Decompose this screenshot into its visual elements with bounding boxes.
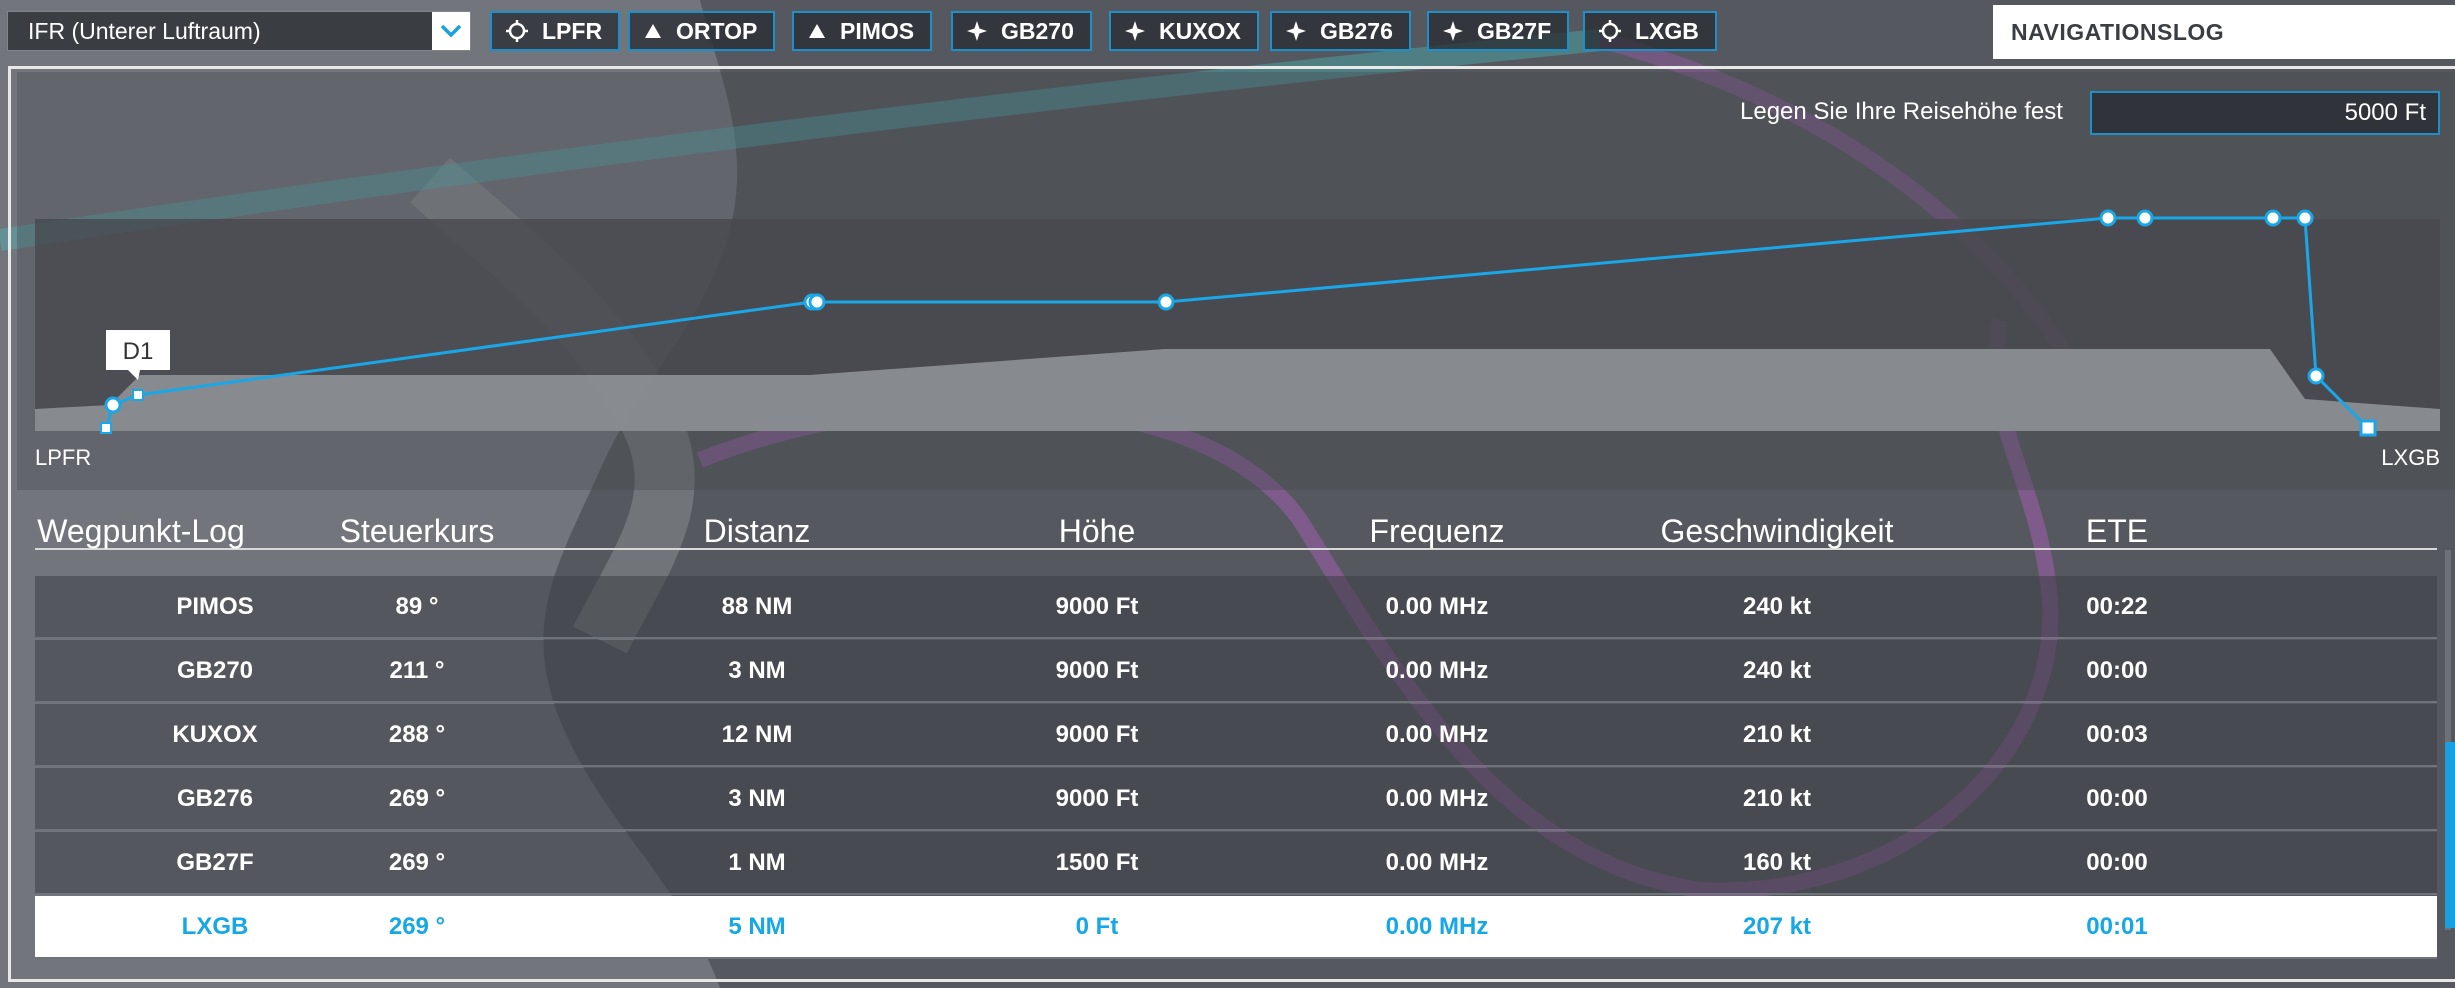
table-scrollbar-thumb[interactable] bbox=[2445, 742, 2455, 928]
cell-ete: 00:03 bbox=[2086, 721, 2148, 748]
waypoint-marker[interactable] bbox=[1157, 293, 1175, 311]
waypoint-label: KUXOX bbox=[1159, 18, 1241, 44]
cell-speed: 207 kt bbox=[1742, 913, 1812, 940]
header-ete: ETE bbox=[2085, 513, 2149, 549]
waypoint-marker-d1[interactable] bbox=[132, 389, 144, 401]
star-icon bbox=[1443, 21, 1463, 41]
cell-heading: 211 ° bbox=[389, 657, 445, 684]
cell-speed: 240 kt bbox=[1742, 593, 1812, 620]
cell-altitude: 1500 Ft bbox=[1055, 849, 1139, 876]
chevron-down-icon[interactable] bbox=[432, 12, 470, 50]
cell-distance: 3 NM bbox=[728, 657, 786, 684]
waypoint-marker[interactable] bbox=[104, 396, 122, 414]
cell-distance: 1 NM bbox=[728, 849, 786, 876]
table-row-active[interactable]: LXGB 269 ° 5 NM 0 Ft 0.00 MHz 207 kt 00:… bbox=[35, 896, 2437, 959]
waypoint-chip-lxgb[interactable]: LXGB bbox=[1583, 11, 1717, 51]
cruise-altitude-input[interactable]: 5000 Ft bbox=[2090, 91, 2440, 135]
header-heading: Steuerkurs bbox=[339, 513, 495, 549]
waypoint-label: ORTOP bbox=[676, 18, 758, 44]
cell-heading: 269 ° bbox=[388, 913, 446, 940]
header-speed: Geschwindigkeit bbox=[1660, 513, 1894, 549]
cell-frequency: 0.00 MHz bbox=[1385, 657, 1489, 684]
arrival-label: LXGB bbox=[2381, 445, 2440, 470]
header-altitude: Höhe bbox=[1058, 513, 1136, 549]
cell-ete: 00:00 bbox=[2086, 657, 2148, 684]
waypoint-marker[interactable] bbox=[808, 293, 826, 311]
cell-speed: 210 kt bbox=[1742, 785, 1812, 812]
cell-distance: 12 NM bbox=[721, 721, 793, 748]
cell-frequency: 0.00 MHz bbox=[1385, 721, 1489, 748]
cell-ete: 00:00 bbox=[2086, 785, 2148, 812]
route-type-select[interactable]: IFR (Unterer Luftraum) bbox=[7, 11, 471, 51]
waypoint-marker[interactable] bbox=[2296, 209, 2314, 227]
waypoint-label: GB27F bbox=[1477, 18, 1552, 44]
table-row[interactable]: KUXOX 288 ° 12 NM 9000 Ft 0.00 MHz 210 k… bbox=[35, 704, 2437, 767]
flight-plan-bar: IFR (Unterer Luftraum) LPFR ORTOP PIMOS … bbox=[0, 0, 2455, 59]
waypoint-marker[interactable] bbox=[2264, 209, 2282, 227]
cell-speed: 210 kt bbox=[1742, 721, 1812, 748]
waypoint-marker[interactable] bbox=[2099, 209, 2117, 227]
header-distance: Distanz bbox=[703, 513, 811, 549]
cell-altitude: 9000 Ft bbox=[1055, 785, 1139, 812]
star-icon bbox=[1125, 21, 1145, 41]
table-row[interactable]: GB270 211 ° 3 NM 9000 Ft 0.00 MHz 240 kt… bbox=[35, 640, 2437, 703]
waypoint-chip-ortop[interactable]: ORTOP bbox=[628, 11, 776, 51]
cell-speed: 160 kt bbox=[1742, 849, 1812, 876]
navlog-title[interactable]: NAVIGATIONSLOG bbox=[1993, 5, 2455, 59]
waypoint-label: GB276 bbox=[1320, 18, 1393, 44]
departure-label: LPFR bbox=[35, 445, 91, 470]
cell-heading: 269 ° bbox=[388, 785, 446, 812]
cell-frequency: 0.00 MHz bbox=[1385, 913, 1489, 940]
cell-ete: 00:22 bbox=[2086, 593, 2148, 620]
cell-frequency: 0.00 MHz bbox=[1385, 849, 1489, 876]
cell-frequency: 0.00 MHz bbox=[1385, 785, 1489, 812]
waypoint-chip-lpfr[interactable]: LPFR bbox=[490, 11, 621, 51]
star-icon bbox=[1286, 21, 1306, 41]
cell-heading: 89 ° bbox=[395, 593, 439, 620]
cell-distance: 5 NM bbox=[728, 913, 786, 940]
cell-ete: 00:01 bbox=[2086, 913, 2148, 940]
waypoint-chip-gb276[interactable]: GB276 bbox=[1270, 11, 1411, 51]
cell-altitude: 0 Ft bbox=[1075, 913, 1119, 940]
waypoint-chip-pimos[interactable]: PIMOS bbox=[792, 11, 933, 51]
airport-icon bbox=[506, 20, 528, 42]
triangle-icon bbox=[809, 24, 825, 38]
waypoint-chip-kuxox[interactable]: KUXOX bbox=[1109, 11, 1259, 51]
waypoint-log-table: Wegpunkt-Log Steuerkurs Distanz Höhe Fre… bbox=[17, 492, 2455, 982]
header-frequency: Frequenz bbox=[1369, 513, 1505, 549]
waypoint-chip-gb270[interactable]: GB270 bbox=[951, 11, 1092, 51]
table-row[interactable]: GB276 269 ° 3 NM 9000 Ft 0.00 MHz 210 kt… bbox=[35, 768, 2437, 831]
waypoint-label: PIMOS bbox=[840, 18, 915, 44]
d1-marker-label: D1 bbox=[123, 338, 154, 365]
cell-altitude: 9000 Ft bbox=[1055, 657, 1139, 684]
table-header: Wegpunkt-Log Steuerkurs Distanz Höhe Fre… bbox=[35, 510, 2437, 550]
cell-frequency: 0.00 MHz bbox=[1385, 593, 1489, 620]
waypoint-label: LXGB bbox=[1635, 18, 1699, 44]
cell-speed: 240 kt bbox=[1742, 657, 1812, 684]
waypoint-marker[interactable] bbox=[2307, 367, 2325, 385]
cell-heading: 269 ° bbox=[388, 849, 446, 876]
cell-distance: 88 NM bbox=[721, 593, 793, 620]
cell-altitude: 9000 Ft bbox=[1055, 721, 1139, 748]
triangle-icon bbox=[645, 24, 661, 38]
table-row[interactable]: GB27F 269 ° 1 NM 1500 Ft 0.00 MHz 160 kt… bbox=[35, 832, 2437, 895]
star-icon bbox=[967, 21, 987, 41]
table-row[interactable]: PIMOS 89 ° 88 NM 9000 Ft 0.00 MHz 240 kt… bbox=[35, 576, 2437, 639]
waypoint-marker[interactable] bbox=[2136, 209, 2154, 227]
waypoint-marker-arrival[interactable] bbox=[2359, 419, 2377, 437]
cell-heading: 288 ° bbox=[388, 721, 446, 748]
waypoint-label: GB270 bbox=[1001, 18, 1074, 44]
cell-ete: 00:00 bbox=[2086, 849, 2148, 876]
route-type-value: IFR (Unterer Luftraum) bbox=[28, 18, 261, 44]
waypoint-label: LPFR bbox=[542, 18, 603, 44]
cell-distance: 3 NM bbox=[728, 785, 786, 812]
cruise-altitude-label: Legen Sie Ihre Reisehöhe fest bbox=[1740, 98, 2063, 125]
cell-altitude: 9000 Ft bbox=[1055, 593, 1139, 620]
header-waypoint: Wegpunkt-Log bbox=[37, 513, 245, 549]
waypoint-chip-gb27f[interactable]: GB27F bbox=[1427, 11, 1570, 51]
waypoint-marker-departure[interactable] bbox=[100, 422, 112, 434]
airport-icon bbox=[1599, 20, 1621, 42]
